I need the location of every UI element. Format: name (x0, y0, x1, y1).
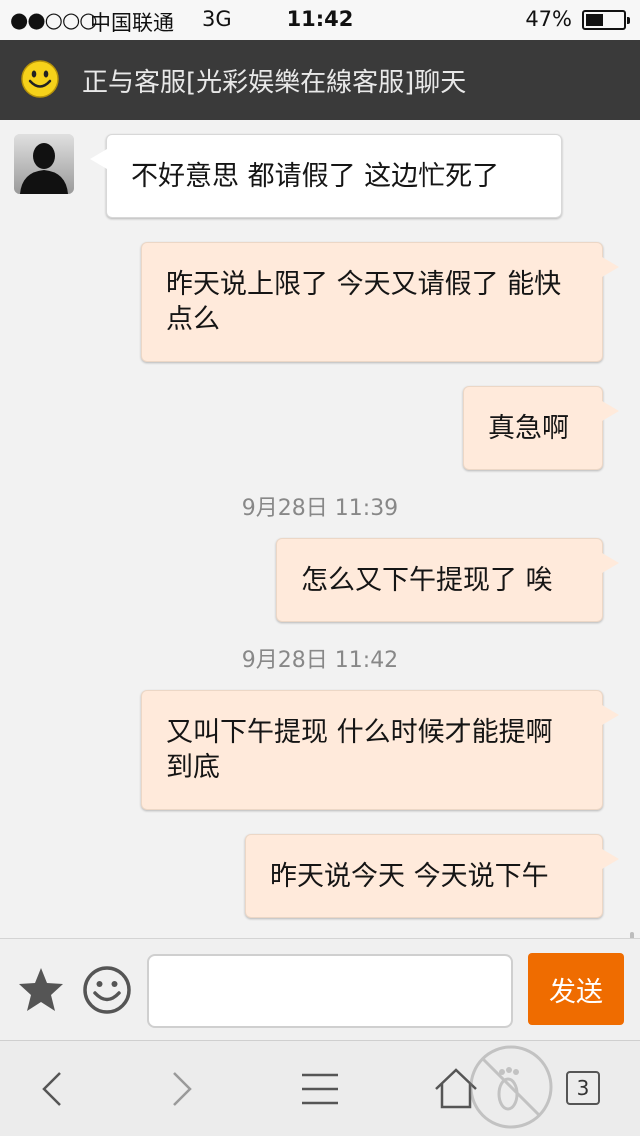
message-timestamp: 9月28日 11:39 (241, 496, 399, 521)
battery-fill (586, 14, 603, 26)
battery-percent: 47% (525, 7, 572, 31)
star-icon[interactable] (16, 965, 66, 1015)
message-bubble-outgoing[interactable]: 怎么又下午提现了 唉 (276, 538, 619, 622)
chat-title: 正与客服[光彩娱樂在線客服]聊天 (82, 68, 467, 98)
message-bubble-outgoing[interactable]: 昨天说上限了 今天又请假了 能快点么 (141, 242, 619, 362)
chevron-left-icon[interactable] (24, 1061, 80, 1117)
agent-avatar[interactable] (14, 134, 74, 194)
message-input[interactable] (147, 954, 513, 1028)
battery-icon (582, 10, 630, 30)
message-input-bar: 发送 (0, 938, 640, 1040)
chat-header: 正与客服[光彩娱樂在線客服]聊天 (0, 40, 640, 120)
smiley-icon (21, 60, 59, 98)
emoji-icon[interactable] (82, 965, 132, 1015)
person-silhouette-icon (14, 134, 74, 194)
message-bubble-incoming[interactable]: 不好意思 都请假了 这边忙死了 (90, 134, 562, 218)
status-bar: ●●○○○ 中国联通 3G 11:42 47% (0, 0, 640, 40)
message-timestamp: 9月28日 11:42 (241, 648, 399, 673)
tab-count-button[interactable]: 3 (566, 1071, 600, 1105)
send-button[interactable]: 发送 (528, 953, 624, 1025)
footprint-watermark-icon (469, 1045, 553, 1129)
chat-area[interactable]: 不好意思 都请假了 这边忙死了 昨天说上限了 今天又请假了 能快点么 真急啊 9… (0, 120, 640, 938)
message-bubble-outgoing[interactable]: 又叫下午提现 什么时候才能提啊到底 (141, 690, 619, 810)
menu-icon[interactable] (292, 1061, 348, 1117)
message-bubble-outgoing[interactable]: 真急啊 (463, 386, 619, 470)
message-bubble-outgoing[interactable]: 昨天说今天 今天说下午 (245, 834, 619, 918)
chevron-right-icon[interactable] (154, 1061, 210, 1117)
